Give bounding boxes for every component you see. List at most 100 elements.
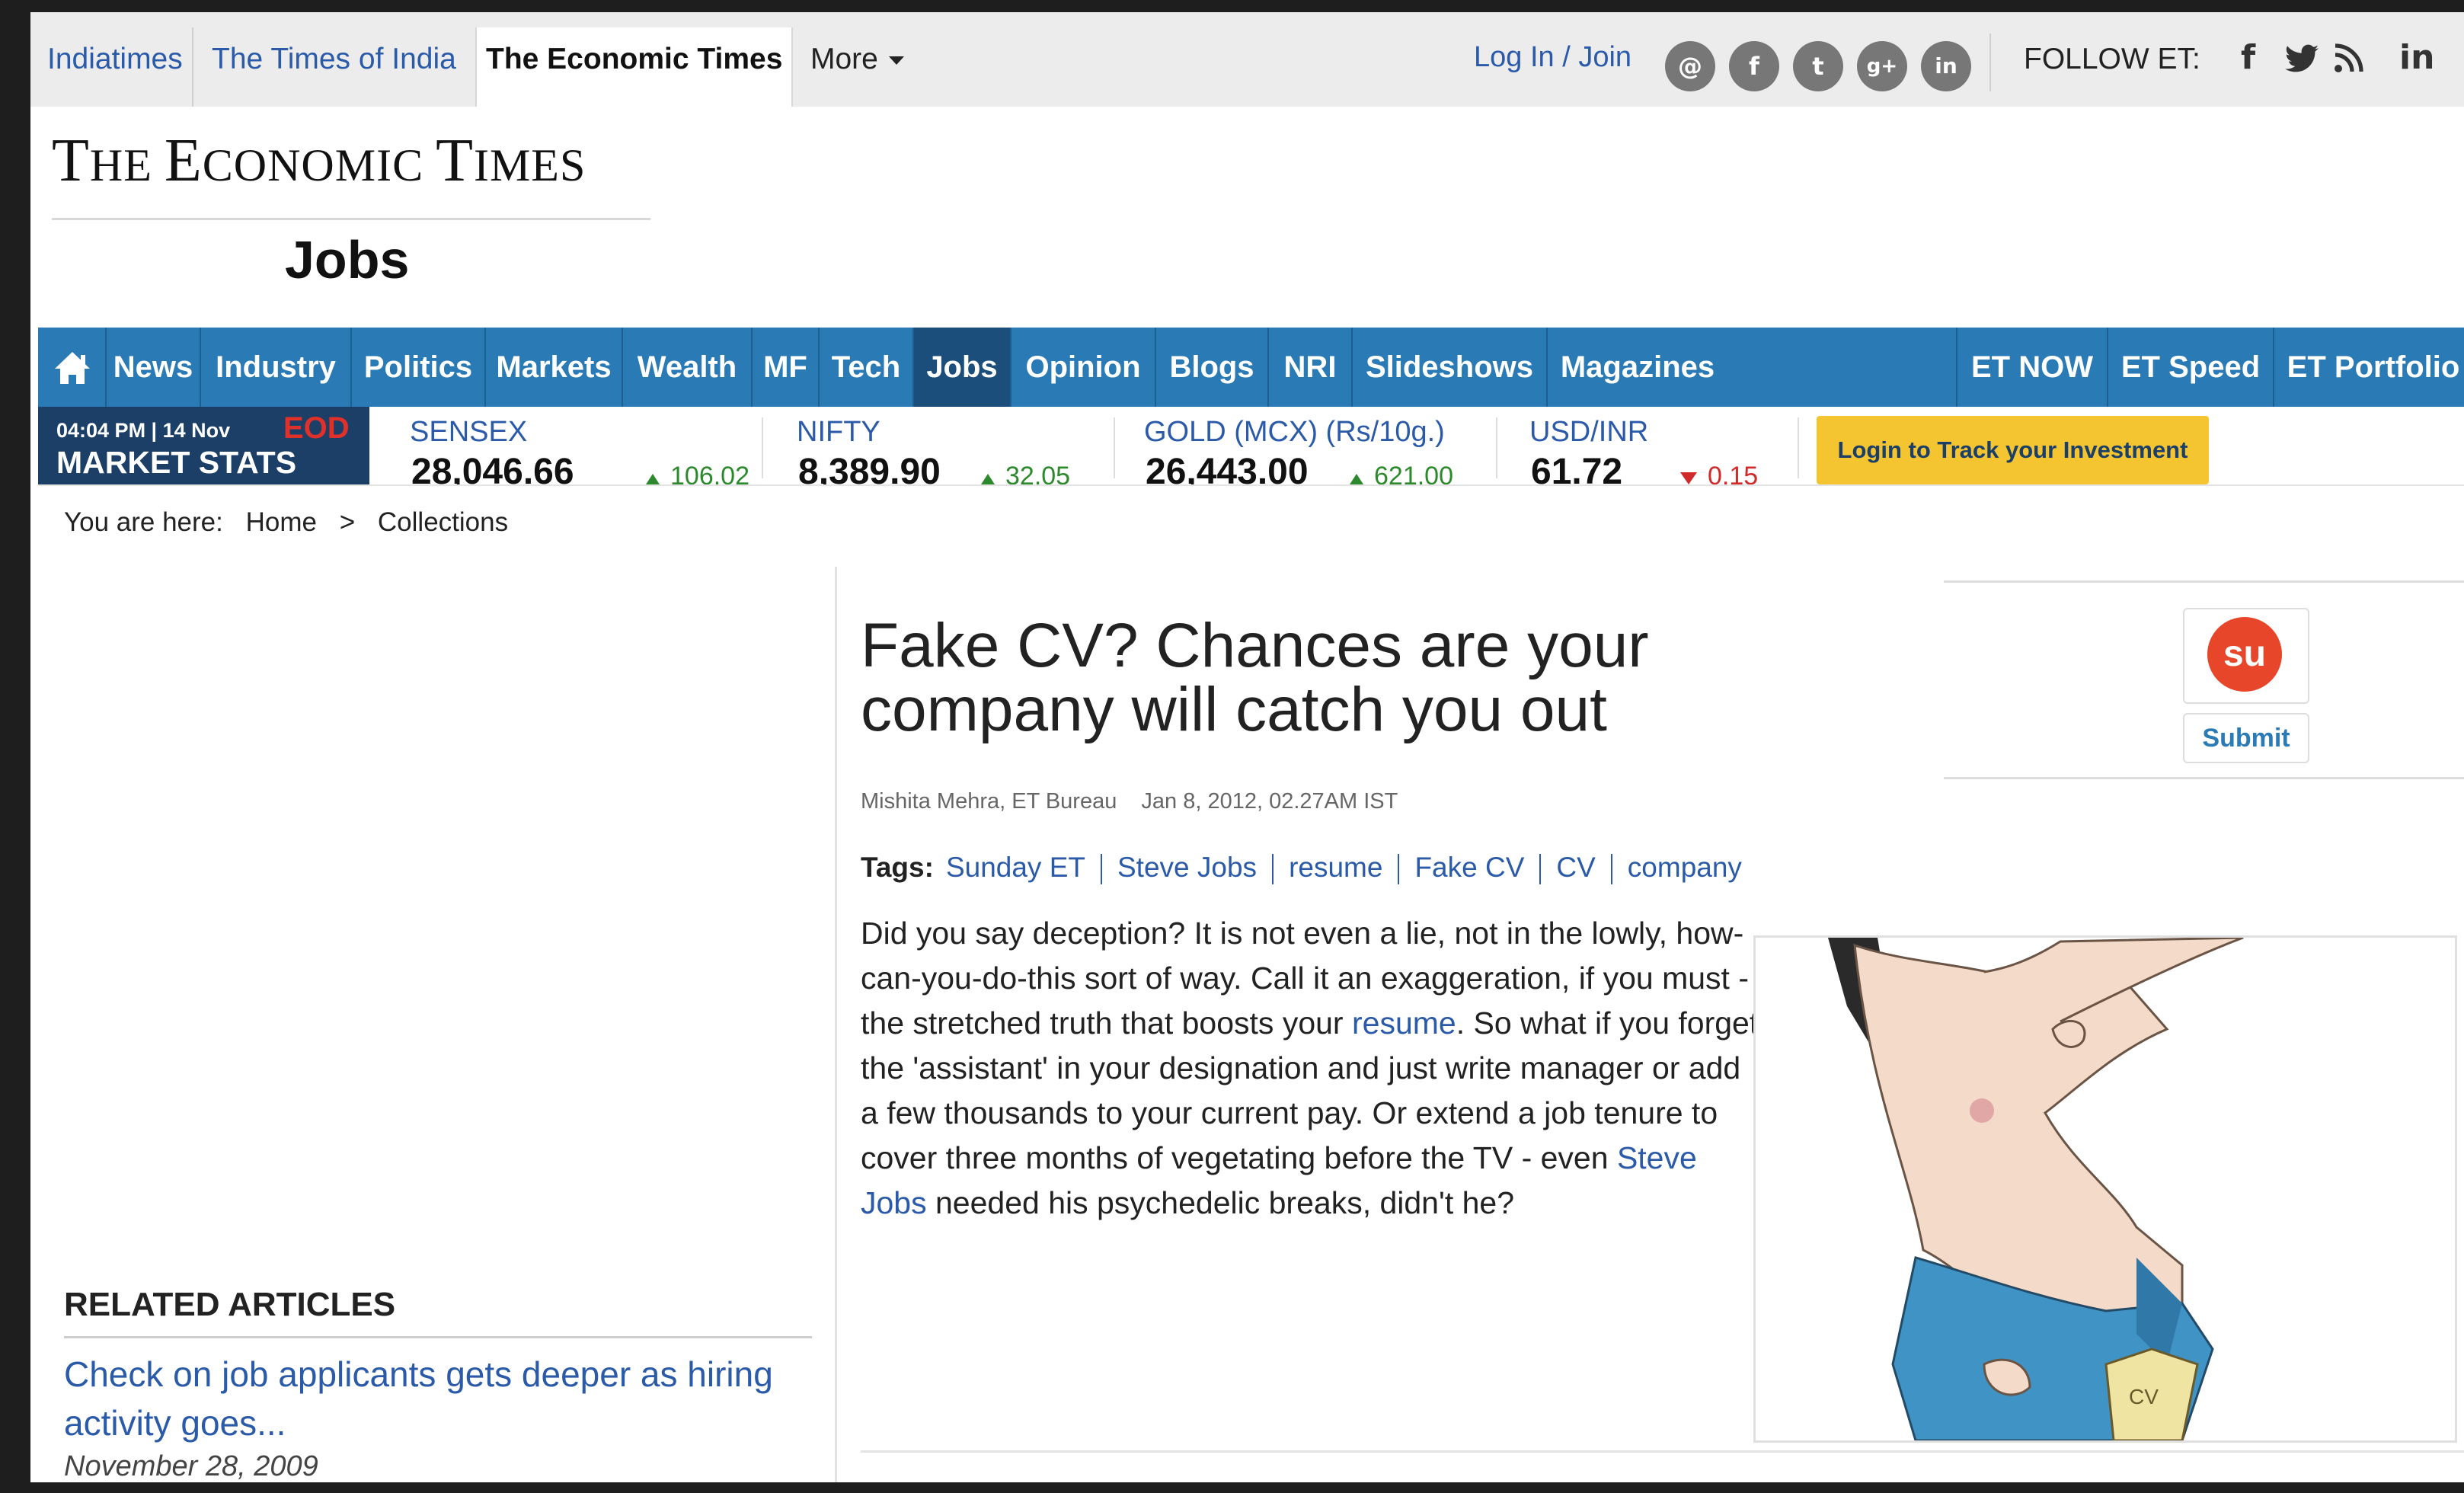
nav-mf[interactable]: MF xyxy=(753,328,820,407)
article-illustration: CV xyxy=(1753,935,2457,1443)
article-headline: Fake CV? Chances are your company will c… xyxy=(861,611,1649,744)
nav-politics[interactable]: Politics xyxy=(352,328,486,407)
market-stats-label-box[interactable]: 04:04 PM | 14 Nov EOD MARKET STATS xyxy=(38,407,369,484)
column-divider xyxy=(835,567,837,1482)
breadcrumb-separator: > xyxy=(339,507,356,537)
follow-rss-icon[interactable] xyxy=(2334,43,2364,82)
nav-blogs[interactable]: Blogs xyxy=(1156,328,1269,407)
divider xyxy=(1798,417,1799,478)
article-date: Jan 8, 2012, 02.27AM IST xyxy=(1141,789,1398,814)
related-article-link[interactable]: Check on job applicants gets deeper as h… xyxy=(64,1350,826,1447)
logo-divider xyxy=(52,218,650,220)
nav-industry[interactable]: Industry xyxy=(201,328,352,407)
tag-steve-jobs[interactable]: Steve Jobs xyxy=(1117,852,1257,883)
tag-separator xyxy=(1101,854,1102,885)
index-name: USD/INR xyxy=(1529,416,1649,448)
divider xyxy=(762,417,763,478)
nav-markets[interactable]: Markets xyxy=(486,328,623,407)
submit-button[interactable]: Submit xyxy=(2183,713,2309,763)
page: Indiatimes The Times of India The Econom… xyxy=(30,12,2464,1482)
breadcrumb-home[interactable]: Home xyxy=(246,507,317,537)
tag-separator xyxy=(1398,854,1400,885)
follow-twitter-icon[interactable] xyxy=(2285,43,2319,82)
follow-facebook-icon[interactable]: f xyxy=(2241,38,2255,77)
follow-linkedin-icon[interactable]: in xyxy=(2399,38,2434,77)
network-bar: Indiatimes The Times of India The Econom… xyxy=(30,12,2464,107)
chevron-down-icon xyxy=(888,56,904,66)
index-value: 26,443.00 xyxy=(1146,452,1309,486)
tag-separator xyxy=(1539,854,1542,885)
nav-et-speed[interactable]: ET Speed xyxy=(2108,328,2274,407)
tags-label: Tags: xyxy=(861,852,934,883)
index-value: 8,389.90 xyxy=(798,452,941,486)
related-divider xyxy=(64,1336,812,1338)
eod-badge: EOD xyxy=(283,411,350,445)
login-track-investment-button[interactable]: Login to Track your Investment xyxy=(1817,416,2209,484)
index-name: GOLD (MCX) (Rs/10g.) xyxy=(1144,416,1445,448)
index-value: 61.72 xyxy=(1531,452,1623,486)
nav-slideshows[interactable]: Slideshows xyxy=(1353,328,1548,407)
nav-et-portfolio[interactable]: ET Portfolio xyxy=(2274,328,2464,407)
illustration-cv-label: CV xyxy=(2129,1385,2159,1408)
tag-fake-cv[interactable]: Fake CV xyxy=(1414,852,1524,883)
nav-news[interactable]: News xyxy=(107,328,201,407)
content-divider xyxy=(861,1450,2464,1453)
index-usdinr[interactable]: USD/INR 61.72 0.15 xyxy=(1529,407,1781,484)
nav-wealth[interactable]: Wealth xyxy=(623,328,753,407)
nav-opinion[interactable]: Opinion xyxy=(1011,328,1156,407)
network-tab-economic-times[interactable]: The Economic Times xyxy=(475,27,794,107)
market-stats-label: MARKET STATS xyxy=(56,445,297,480)
window-edge-bottom xyxy=(0,1482,2464,1493)
tag-sunday-et[interactable]: Sunday ET xyxy=(946,852,1085,883)
main-nav: News Industry Politics Markets Wealth MF… xyxy=(38,328,2464,407)
network-tab-indiatimes[interactable]: Indiatimes xyxy=(38,27,193,107)
index-nifty[interactable]: NIFTY 8,389.90 32.05 xyxy=(797,407,1132,484)
share-divider-top xyxy=(1944,580,2464,583)
index-change: 32.05 xyxy=(981,462,1070,484)
tag-company[interactable]: company xyxy=(1628,852,1742,883)
google-plus-icon[interactable]: g+ xyxy=(1857,41,1907,91)
market-stats-bar: 04:04 PM | 14 Nov EOD MARKET STATS SENSE… xyxy=(38,407,2464,486)
site-logo[interactable]: THE ECONOMIC TIMES xyxy=(52,126,586,196)
breadcrumb-collections[interactable]: Collections xyxy=(378,507,508,537)
up-arrow-icon xyxy=(646,474,660,484)
window-edge-left xyxy=(0,0,30,1493)
linkedin-icon[interactable]: in xyxy=(1921,41,1971,91)
tag-cv[interactable]: CV xyxy=(1556,852,1595,883)
index-sensex[interactable]: SENSEX 28,046.66 106.02 xyxy=(410,407,775,484)
index-change: 621.00 xyxy=(1350,462,1453,484)
market-time: 04:04 PM | 14 Nov xyxy=(56,419,231,442)
index-change: 0.15 xyxy=(1680,462,1758,484)
nav-jobs[interactable]: Jobs xyxy=(914,328,1011,407)
nav-magazines[interactable]: Magazines xyxy=(1548,328,1727,407)
home-icon[interactable] xyxy=(38,328,107,407)
divider xyxy=(1989,34,1991,91)
window-edge-top xyxy=(0,0,2464,12)
tag-separator xyxy=(1272,854,1274,885)
section-title: Jobs xyxy=(285,230,410,289)
index-change: 106.02 xyxy=(646,462,749,484)
network-more-menu[interactable]: More xyxy=(801,27,913,107)
inline-link-resume[interactable]: resume xyxy=(1352,1005,1456,1041)
login-join-link[interactable]: Log In / Join xyxy=(1474,41,1631,74)
article-tags: Tags: Sunday ET Steve Jobs resume Fake CV CV c… xyxy=(861,852,1742,885)
article-byline: Mishita Mehra, ET Bureau Jan 8, 2012, 02… xyxy=(861,789,1416,814)
nav-et-now[interactable]: ET NOW xyxy=(1956,328,2108,407)
index-gold[interactable]: GOLD (MCX) (Rs/10g.) 26,443.00 621.00 xyxy=(1144,407,1510,484)
index-value: 28,046.66 xyxy=(411,452,574,486)
nav-tech[interactable]: Tech xyxy=(820,328,914,407)
facebook-icon[interactable]: f xyxy=(1729,41,1779,91)
tag-separator xyxy=(1610,854,1612,885)
stumbleupon-icon[interactable]: su xyxy=(2207,617,2282,692)
nav-nri[interactable]: NRI xyxy=(1269,328,1353,407)
twitter-icon[interactable]: t xyxy=(1793,41,1843,91)
index-name: SENSEX xyxy=(410,416,528,448)
tag-resume[interactable]: resume xyxy=(1289,852,1382,883)
down-arrow-icon xyxy=(1680,472,1697,484)
up-arrow-icon xyxy=(981,474,995,484)
related-article-date: November 28, 2009 xyxy=(64,1450,318,1482)
email-icon[interactable]: @ xyxy=(1665,41,1715,91)
article-body: Did you say deception? It is not even a … xyxy=(861,916,1759,1220)
network-tab-times-of-india[interactable]: The Times of India xyxy=(203,27,465,107)
up-arrow-icon xyxy=(1350,474,1363,484)
